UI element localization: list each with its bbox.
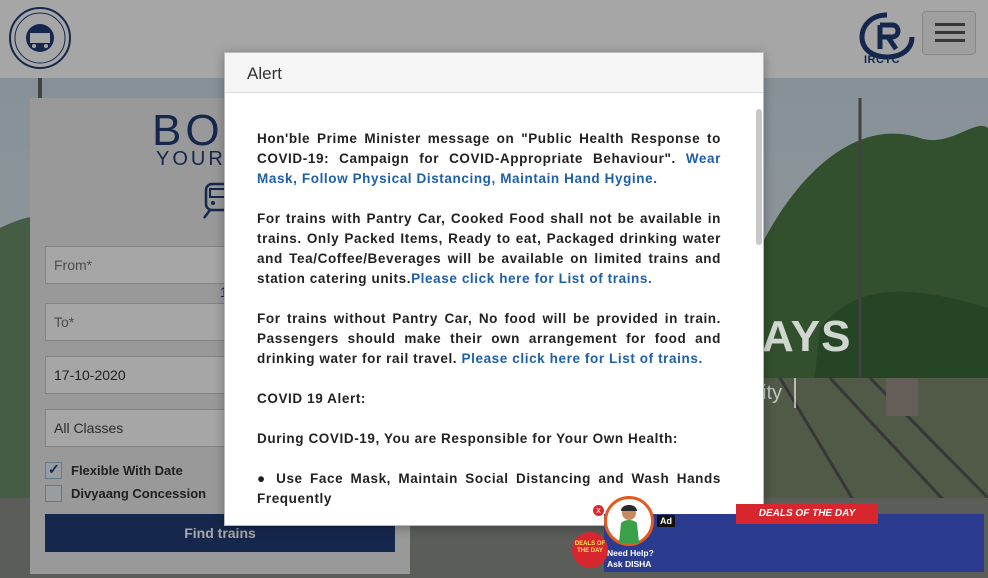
alert-scrollbar[interactable] — [756, 109, 762, 245]
no-pantry-trains-list-link[interactable]: Please click here for List of trains. — [462, 351, 703, 366]
disha-help-text[interactable]: Need Help? Ask DISHA — [607, 548, 654, 570]
alert-dialog: Alert Hon'ble Prime Minister message on … — [224, 52, 764, 526]
bullet-icon: ● — [257, 471, 269, 486]
responsibility-heading: During COVID-19, You are Responsible for… — [257, 431, 679, 446]
hero-tagline: ity — [762, 382, 782, 404]
no-pantry-paragraph: For trains without Pantry Car, No food w… — [257, 309, 721, 369]
disha-chatbot-avatar[interactable] — [604, 496, 654, 546]
pm-message-text: Hon'ble Prime Minister message on "Publi… — [257, 131, 721, 166]
close-ad-icon[interactable]: x — [593, 505, 604, 516]
pantry-car-paragraph: For trains with Pantry Car, Cooked Food … — [257, 209, 721, 289]
covid-alert-heading: COVID 19 Alert: — [257, 391, 367, 406]
disha-line-1: Need Help? — [607, 548, 654, 558]
alert-title: Alert — [225, 53, 763, 93]
pm-message-paragraph: Hon'ble Prime Minister message on "Publi… — [257, 129, 721, 189]
disha-assistant-icon — [619, 505, 639, 543]
hero-divider — [794, 378, 796, 408]
disha-line-2: Ask DISHA — [607, 559, 652, 569]
alert-body[interactable]: Hon'ble Prime Minister message on "Publi… — [225, 93, 757, 525]
deals-badge[interactable]: DEALS OF THE DAY — [572, 532, 608, 568]
hero-railways-text: AYS — [762, 312, 852, 361]
bullet-face-mask: ● Use Face Mask, Maintain Social Distanc… — [257, 469, 721, 509]
face-mask-text: Use Face Mask, Maintain Social Distancin… — [257, 471, 721, 506]
ad-label: Ad — [657, 515, 675, 527]
pantry-trains-list-link[interactable]: Please click here for List of trains. — [411, 271, 652, 286]
deals-of-the-day-ribbon[interactable]: DEALS OF THE DAY — [736, 504, 878, 524]
